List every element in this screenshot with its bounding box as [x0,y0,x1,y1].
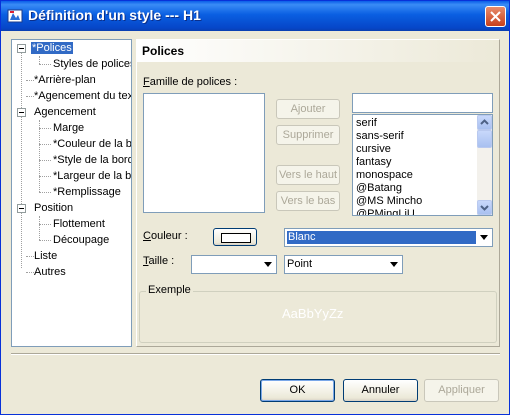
tree-item-arriere-plan[interactable]: *Arrière-plan [34,74,96,86]
panel-title: Polices [142,44,185,58]
list-item[interactable]: monospace [356,169,413,181]
size-select[interactable] [191,255,277,274]
remove-button[interactable]: Supprimer [276,125,340,145]
add-button[interactable]: Ajouter [276,99,340,119]
tree-item-marge[interactable]: Marge [53,122,84,134]
collapse-icon[interactable] [17,108,26,117]
chevron-down-icon[interactable] [476,230,491,245]
tree-item-flottement[interactable]: Flottement [53,218,105,230]
tree-item-polices[interactable]: *Polices [31,42,73,54]
list-item[interactable]: @PMingLiU [356,208,415,215]
category-tree[interactable]: *Polices Styles de polices *Arrière-plan… [11,39,132,347]
tree-item-position[interactable]: Position [34,202,73,214]
font-family-label: Famille de polices : [143,76,238,88]
tree-item-agencement[interactable]: Agencement [34,106,96,118]
list-item[interactable]: @Batang [356,182,402,194]
close-button[interactable] [485,6,506,27]
list-item[interactable]: @MS Mincho [356,195,422,207]
chevron-down-icon [480,205,489,211]
close-icon [490,11,501,22]
collapse-icon[interactable] [17,204,26,213]
list-item[interactable]: serif [356,117,377,129]
tree-item-largeur-bordure[interactable]: *Largeur de la b [53,170,131,182]
sample-text: AaBbYyZz [282,306,344,321]
tree-item-liste[interactable]: Liste [34,250,57,262]
list-item[interactable]: cursive [356,143,391,155]
color-select[interactable]: Blanc [284,228,493,247]
color-label: Couleur : [143,230,188,242]
move-down-button[interactable]: Vers le bas [276,191,340,211]
title-bar[interactable]: Définition d'un style --- H1 [1,1,509,31]
tree-item-autres[interactable]: Autres [34,266,66,278]
window-title: Définition d'un style --- H1 [28,7,201,23]
sample-label: Exemple [146,284,193,296]
list-item[interactable]: fantasy [356,156,391,168]
ok-button[interactable]: OK [260,379,335,402]
tree-item-style-bordure[interactable]: *Style de la bord [53,154,131,166]
tree-item-styles-de-polices[interactable]: Styles de polices [53,58,131,70]
apply-button[interactable]: Appliquer [424,379,499,402]
chevron-down-icon[interactable] [260,257,275,272]
app-icon [7,9,23,23]
selected-fonts-list[interactable] [143,93,265,213]
tree-item-decoupage[interactable]: Découpage [53,234,109,246]
cancel-button[interactable]: Annuler [343,379,418,402]
chevron-up-icon [480,119,489,125]
collapse-icon[interactable] [17,44,26,53]
scroll-thumb[interactable] [477,130,492,148]
sample-groupbox: Exemple AaBbYyZz [139,284,497,343]
dialog-window: Définition d'un style --- H1 *Polices St… [0,0,510,415]
size-label: Taille : [143,255,175,267]
color-select-value: Blanc [287,231,476,244]
list-item[interactable]: sans-serif [356,130,404,142]
scroll-down-button[interactable] [477,200,492,215]
vertical-scrollbar[interactable] [477,115,492,215]
color-swatch [221,233,251,243]
available-fonts-list[interactable]: serif sans-serif cursive fantasy monospa… [352,114,493,216]
polices-panel: Polices Famille de polices : Ajouter Sup… [136,39,500,347]
scroll-up-button[interactable] [477,115,492,130]
size-unit-select[interactable]: Point [284,255,403,274]
color-picker-button[interactable] [213,228,257,246]
move-up-button[interactable]: Vers le haut [276,165,340,185]
tree-item-remplissage[interactable]: *Remplissage [53,186,121,198]
separator [11,353,500,355]
tree-item-agencement-du-texte[interactable]: *Agencement du tex [34,90,131,102]
panel-header: Polices [137,40,499,62]
tree-item-couleur-bordure[interactable]: *Couleur de la b [53,138,131,150]
tree-item-label: *Polices [31,42,73,54]
font-family-input[interactable] [352,93,493,113]
chevron-down-icon[interactable] [386,257,401,272]
